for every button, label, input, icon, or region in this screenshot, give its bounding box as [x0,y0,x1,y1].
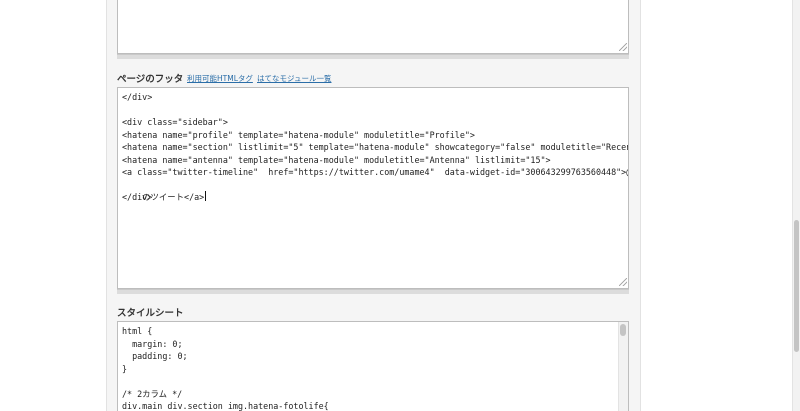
text-caret [205,191,207,201]
footer-textarea[interactable]: </div> <div class="sidebar"> <hatena nam… [117,87,629,289]
css-code-line: } [122,363,128,374]
right-gutter [641,0,792,411]
page-scrollbar-thumb[interactable] [794,220,799,352]
css-code-line: html { [122,326,153,336]
css-code-line: margin: 0; [122,338,183,349]
left-gutter [0,0,106,411]
footer-code-line: <a class="twitter-timeline" href="https:… [122,167,629,177]
footer-code-line: <hatena name="antenna" template="hatena-… [122,154,551,165]
css-code-line: /* 2カラム */ [122,388,183,399]
css-code-line [122,375,624,388]
allowed-html-tags-link[interactable]: 利用可能HTMLタグ [187,73,253,84]
footer-code-line [122,104,624,117]
previous-textarea[interactable] [117,0,629,54]
footer-code-line: <hatena name="profile" template="hatena-… [122,129,475,140]
css-code-line: padding: 0; [122,351,188,361]
footer-code-line-with-caret: のツイート</a> [122,179,624,202]
previous-textarea-bar [117,54,629,59]
resize-grip-icon[interactable] [619,43,627,51]
footer-section-title: ページのフッタ [117,74,184,85]
stylesheet-section-title: スタイルシート [117,308,184,319]
footer-code-line: </div> [122,92,153,102]
footer-code-line: <div class="sidebar"> [122,117,228,127]
stylesheet-scrollbar-thumb[interactable] [620,324,626,336]
resize-grip-icon[interactable] [619,278,627,286]
hatena-modules-link[interactable]: はてなモジュール一覧 [257,73,331,84]
footer-textarea-bar [117,289,629,294]
footer-code-line: <hatena name="section" listlimit="5" tem… [122,142,629,152]
css-code-line: div.main div.section img.hatena-fotolife… [122,401,329,411]
stylesheet-textarea[interactable]: html { margin: 0; padding: 0; } /* 2カラム … [117,321,629,411]
